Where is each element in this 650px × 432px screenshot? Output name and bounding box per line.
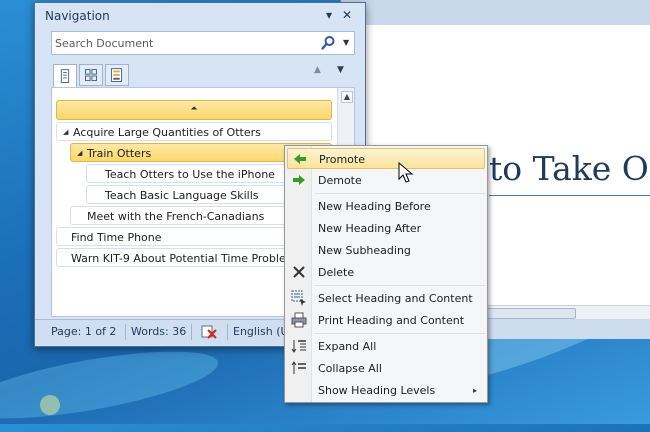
menu-item-select-heading-content[interactable]: Select Heading and Content xyxy=(287,288,485,309)
menu-item-new-heading-before[interactable]: New Heading Before xyxy=(287,196,485,217)
expanded-triangle-icon[interactable]: ◢ xyxy=(63,123,73,140)
delete-x-icon xyxy=(293,266,305,278)
menu-item-label: Show Heading Levels xyxy=(318,384,436,397)
menu-item-promote[interactable]: Promote xyxy=(287,148,485,169)
menu-item-label: New Heading Before xyxy=(318,200,431,213)
demote-arrow-icon xyxy=(293,175,305,185)
pane-options-dropdown-icon[interactable]: ▾ xyxy=(326,8,332,22)
menu-item-demote[interactable]: Demote xyxy=(287,170,485,191)
results-view-icon xyxy=(111,68,123,82)
menu-separator xyxy=(315,193,485,194)
search-input[interactable] xyxy=(55,35,310,51)
collapse-top-bar[interactable]: ⏶ xyxy=(56,100,332,120)
scroll-up-arrow-icon[interactable]: ▲ xyxy=(341,91,353,103)
menu-separator xyxy=(315,285,485,286)
menu-item-show-heading-levels[interactable]: Show Heading Levels ▸ xyxy=(287,380,485,401)
menu-item-collapse-all[interactable]: Collapse All xyxy=(287,358,485,379)
printer-icon xyxy=(291,312,307,328)
tab-headings[interactable] xyxy=(53,64,77,88)
heading-label: Warn KIT-9 About Potential Time Problem xyxy=(71,252,297,265)
next-heading-arrow-icon[interactable]: ▼ xyxy=(337,65,344,75)
menu-item-label: Print Heading and Content xyxy=(318,314,465,327)
language-indicator[interactable]: English (U xyxy=(233,324,289,340)
heading-item[interactable]: ◢ Acquire Large Quantities of Otters xyxy=(56,122,332,141)
search-icon[interactable] xyxy=(320,35,336,51)
scroll-thumb[interactable] xyxy=(484,308,576,319)
heading-label: Teach Basic Language Skills xyxy=(105,189,259,202)
heading-label: Meet with the French-Canadians xyxy=(87,210,265,223)
proofing-errors-icon[interactable] xyxy=(200,324,220,340)
menu-item-label: Promote xyxy=(319,153,365,166)
document-heading-text: to Take O xyxy=(489,149,649,188)
menu-item-label: Select Heading and Content xyxy=(318,292,473,305)
heading-context-menu: Promote Demote New Heading Before New He… xyxy=(284,145,488,403)
search-box[interactable]: ▼ xyxy=(51,31,355,55)
status-divider xyxy=(227,324,228,340)
tab-pages[interactable] xyxy=(79,64,103,86)
menu-item-print-heading-content[interactable]: Print Heading and Content xyxy=(287,310,485,331)
pages-view-icon xyxy=(85,69,97,82)
submenu-arrow-icon: ▸ xyxy=(472,386,477,395)
headings-view-icon xyxy=(60,69,70,83)
page-count[interactable]: Page: 1 of 2 xyxy=(51,324,116,340)
close-icon[interactable]: ✕ xyxy=(342,8,352,22)
previous-heading-arrow-icon[interactable]: ▲ xyxy=(314,65,321,75)
heading-label: Find Time Phone xyxy=(71,231,162,244)
tab-results[interactable] xyxy=(105,64,129,86)
mouse-pointer-icon xyxy=(398,162,414,183)
menu-item-expand-all[interactable]: Expand All xyxy=(287,336,485,357)
menu-item-label: Collapse All xyxy=(318,362,382,375)
word-count[interactable]: Words: 36 xyxy=(131,324,186,340)
menu-item-new-subheading[interactable]: New Subheading xyxy=(287,240,485,261)
pane-title: Navigation xyxy=(45,9,110,23)
expanded-triangle-icon[interactable]: ◢ xyxy=(77,144,87,161)
promote-arrow-icon xyxy=(294,154,306,164)
expand-all-icon xyxy=(291,340,306,353)
status-divider xyxy=(125,324,126,340)
menu-item-label: New Heading After xyxy=(318,222,422,235)
search-options-dropdown-icon[interactable]: ▼ xyxy=(343,38,349,47)
collapse-all-icon xyxy=(291,361,306,374)
select-content-icon xyxy=(291,290,306,306)
heading-label: Train Otters xyxy=(87,147,152,160)
heading-label: Teach Otters to Use the iPhone xyxy=(105,168,275,181)
menu-item-label: New Subheading xyxy=(318,244,411,257)
menu-item-label: Delete xyxy=(318,266,355,279)
menu-item-label: Demote xyxy=(318,174,362,187)
menu-separator xyxy=(315,333,485,334)
menu-item-delete[interactable]: Delete xyxy=(287,262,485,283)
status-divider xyxy=(191,324,192,340)
heading-label: Acquire Large Quantities of Otters xyxy=(73,126,261,139)
heading-underline xyxy=(489,195,650,196)
menu-item-label: Expand All xyxy=(318,340,377,353)
menu-item-new-heading-after[interactable]: New Heading After xyxy=(287,218,485,239)
